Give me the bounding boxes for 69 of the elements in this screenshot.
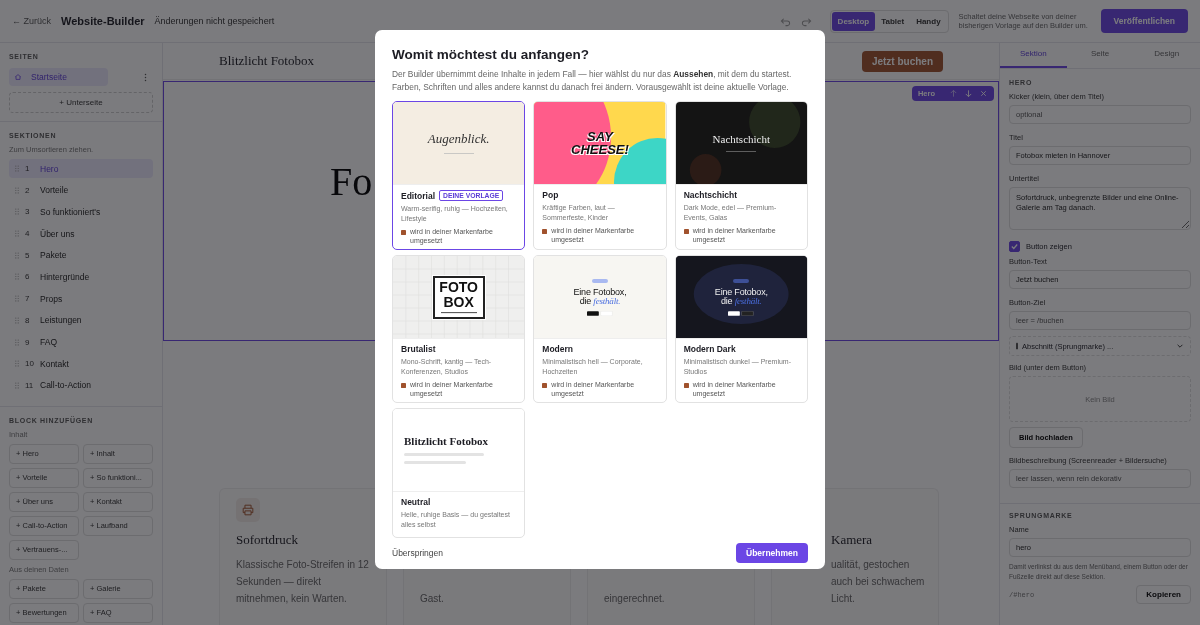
section-item[interactable]: 9 FAQ xyxy=(9,332,153,352)
chevron-down-icon xyxy=(1176,342,1184,350)
home-icon xyxy=(14,73,22,81)
device-toggle[interactable]: Desktop xyxy=(831,11,876,31)
publish-button[interactable]: Veröffentlichen xyxy=(1100,9,1188,33)
brand-color-swatch-icon xyxy=(683,383,689,388)
book-button[interactable]: Jetzt buchen xyxy=(861,50,943,72)
add-page-button[interactable]: + Unterseite xyxy=(9,92,153,113)
panel-tab[interactable]: Design xyxy=(1133,43,1200,68)
printer-icon xyxy=(236,498,260,522)
section-item[interactable]: 5 Pakete xyxy=(9,245,153,265)
template-name: Nachtschicht xyxy=(683,190,738,200)
section-item[interactable]: 7 Props xyxy=(9,289,153,309)
preview-title: Blitzlicht Fotobox xyxy=(404,435,489,447)
checkbox[interactable] xyxy=(1009,241,1020,252)
section-item[interactable]: 6 Hintergründe xyxy=(9,267,153,287)
move-down-icon[interactable] xyxy=(964,89,973,98)
page-item[interactable]: Startseite xyxy=(9,68,108,86)
feature-text: Gast. xyxy=(420,592,445,606)
skip-link[interactable]: Überspringen xyxy=(392,548,444,558)
brand-color-swatch-icon xyxy=(542,383,548,388)
feature-text: ualität, gestochen auch bei schwachem Licht. xyxy=(831,558,926,606)
badge-drawing xyxy=(592,278,608,283)
preview-title: Eine Fotobox, die festhält. xyxy=(572,287,628,306)
section-item[interactable]: 1 Hero xyxy=(9,159,153,178)
dialog-title: Womit möchtest du anfangen? xyxy=(392,47,590,62)
brand-color-swatch-icon xyxy=(401,383,406,388)
brand-color-swatch-icon xyxy=(683,229,689,234)
section-item[interactable]: 10 Kontakt xyxy=(9,354,153,374)
template-name: Editorial xyxy=(401,190,435,201)
back-button[interactable]: ← Zurück xyxy=(12,16,51,26)
template-name: Brutalist xyxy=(401,344,436,354)
hero-title: Fo xyxy=(330,157,373,205)
preview-title: Nachtschicht xyxy=(712,133,771,145)
save-status: Änderungen nicht gespeichert xyxy=(154,16,275,26)
site-logo: Blitzlicht Fotobox xyxy=(219,53,314,69)
app-title: Website-Builder xyxy=(61,15,145,27)
close-icon[interactable] xyxy=(979,89,988,98)
apply-button[interactable]: Übernehmen xyxy=(736,543,808,563)
template-name: Modern xyxy=(542,344,574,354)
section-item[interactable]: 2 Vorteile xyxy=(9,180,153,200)
device-toggle[interactable]: Handy xyxy=(910,11,947,31)
template-name: Pop xyxy=(542,190,559,200)
device-toggle[interactable]: Tablet xyxy=(875,11,911,31)
section-item[interactable]: 8 Leistungen xyxy=(9,310,153,330)
preview-title: Augenblick. xyxy=(427,131,490,147)
section-item[interactable]: 11 Call-to-Action xyxy=(9,375,153,395)
section-item[interactable]: 4 Über uns xyxy=(9,224,153,244)
mini-buttons-drawing xyxy=(587,310,613,316)
preview-title: Eine Fotobox, die festhält. xyxy=(713,287,769,306)
template-name: Modern Dark xyxy=(683,344,736,354)
copy-button[interactable]: Kopieren xyxy=(1136,585,1191,604)
tagline-drawing xyxy=(440,310,477,314)
preview-title: SAY CHEESE! xyxy=(570,130,630,156)
template-name: Neutral xyxy=(401,497,431,507)
badge-drawing xyxy=(733,278,750,283)
feature-title: Sofortdruck xyxy=(236,532,300,548)
mini-buttons-drawing xyxy=(728,310,755,316)
feature-text: Klassische Foto-Streifen in 12 Sekunden — direkt mitnehmen, kein Warten. xyxy=(236,558,370,606)
brand-color-swatch-icon xyxy=(542,229,548,234)
preview-title: FOTO BOX xyxy=(438,279,479,310)
panel-tab[interactable]: Seite xyxy=(1066,43,1134,68)
dialog-text: Der Builder übernimmt deine Inhalte in jedem Fall — hier wählst du nur das Aussehen, mit dem du startest. Farben, Schriften und alles andere kannst du danach frei ändern. Vorausgewählt ist deine aktuelle Vorlage. xyxy=(392,68,793,93)
brand-color-swatch-icon xyxy=(401,230,406,235)
feature-text: eingerechnet. xyxy=(604,592,666,606)
section-item[interactable]: 3 So funktioniert's xyxy=(9,202,153,222)
panel-tab[interactable]: Sektion xyxy=(1000,43,1067,68)
bokeh-light xyxy=(689,154,722,184)
feature-title: Kamera xyxy=(831,532,874,548)
